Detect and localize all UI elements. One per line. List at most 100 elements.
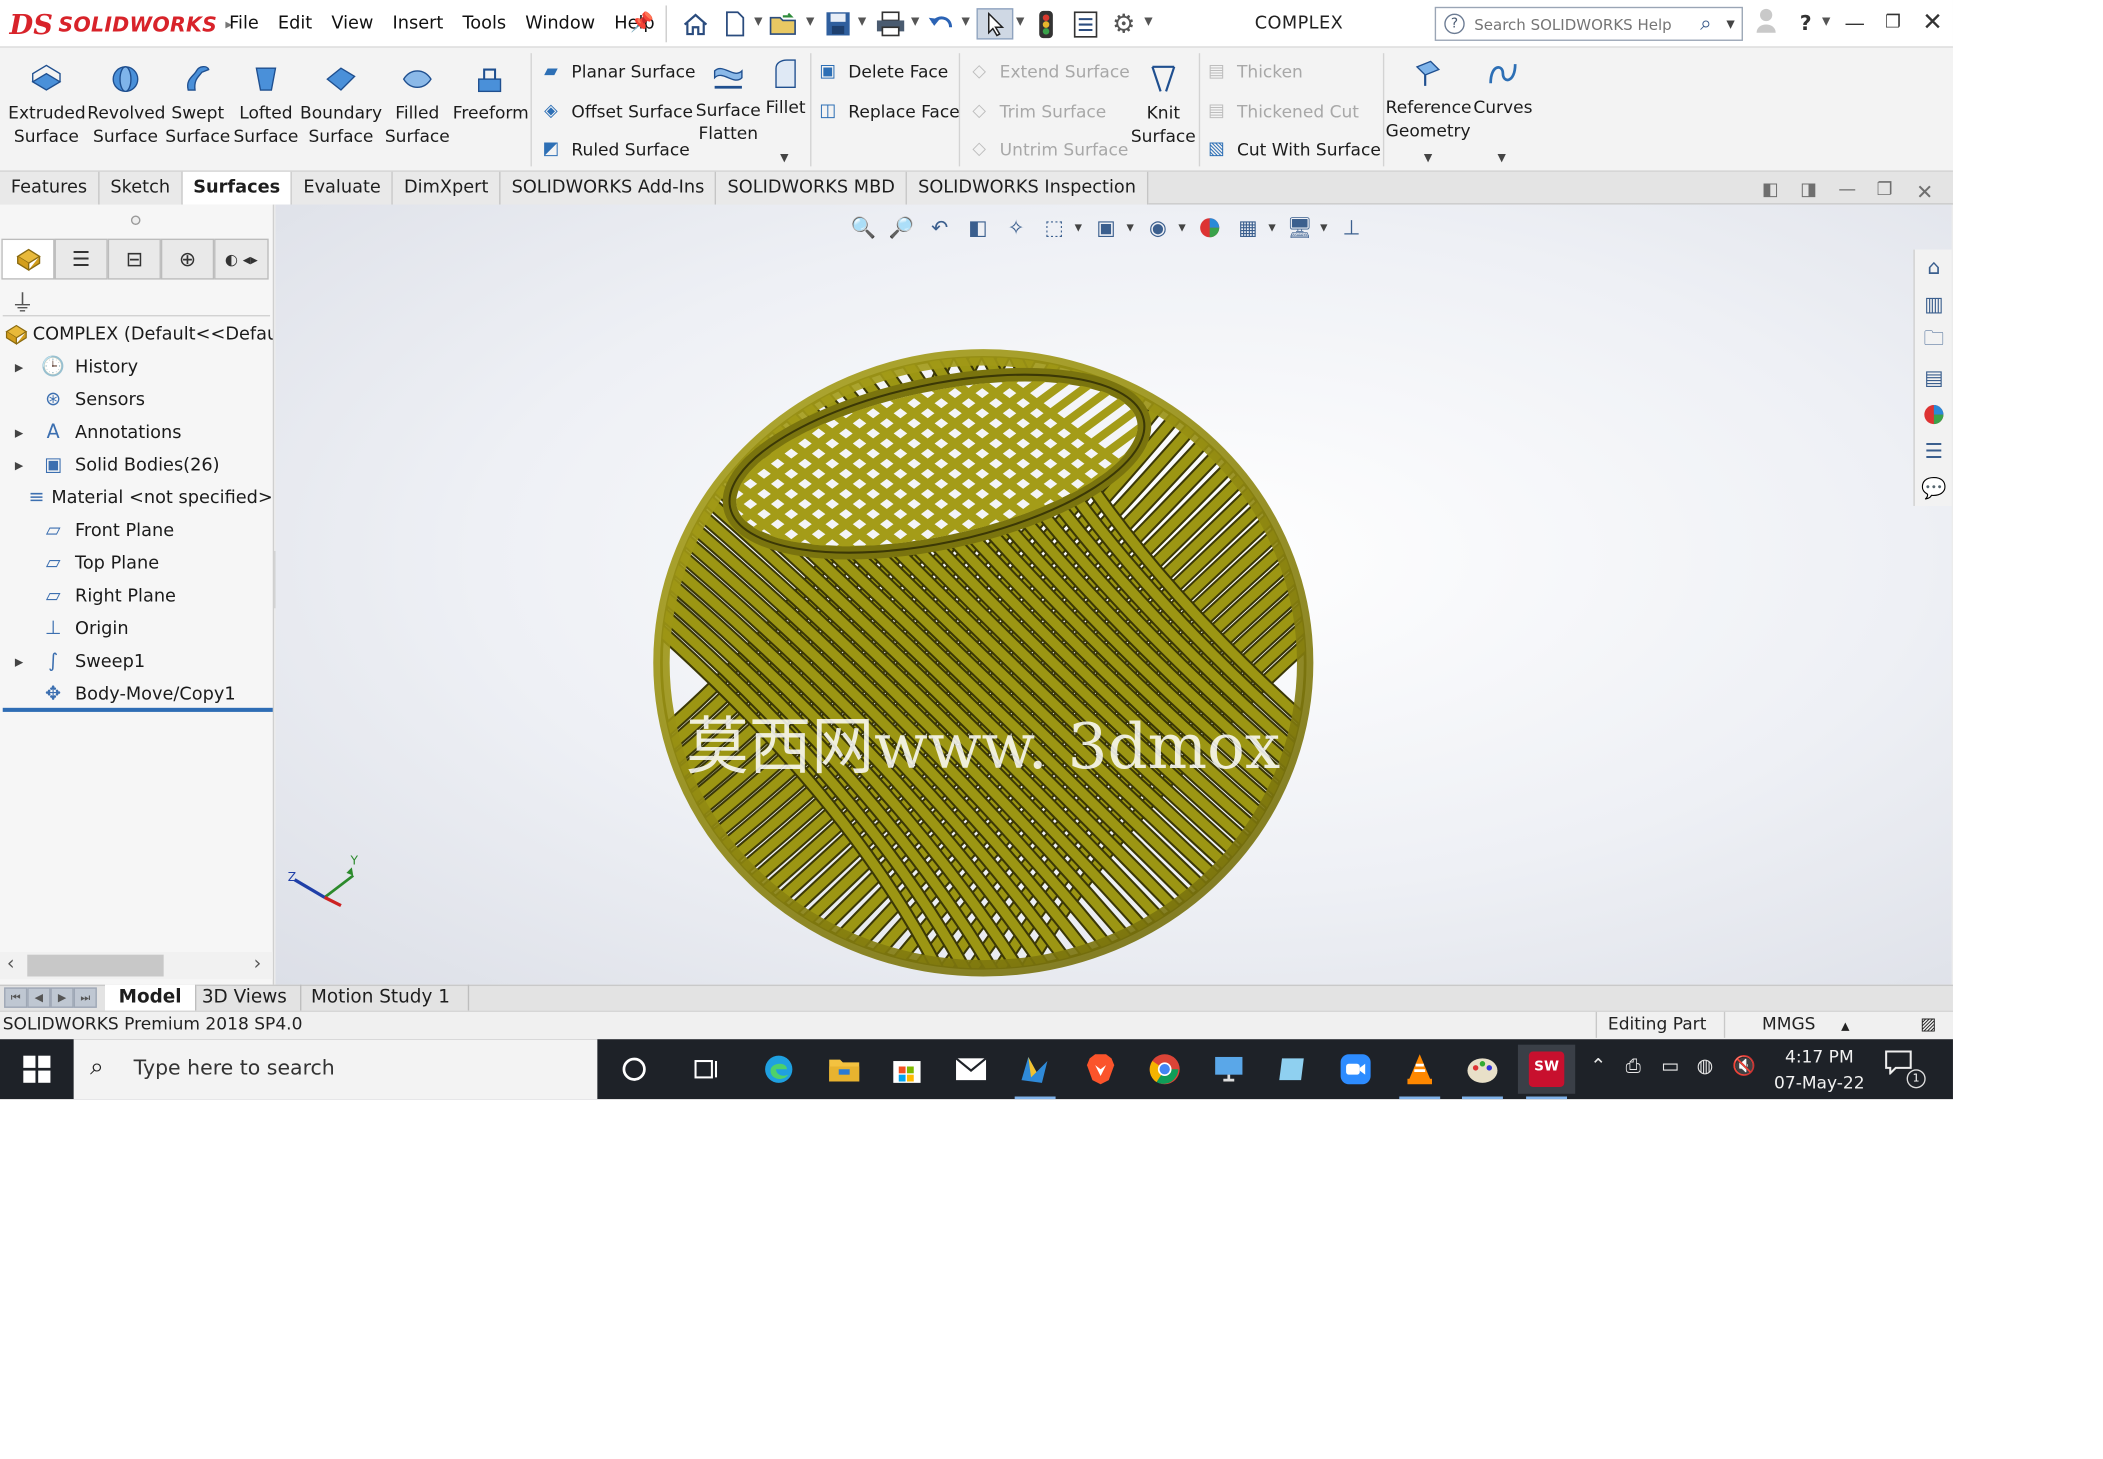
tab-surfaces[interactable]: Surfaces [182, 171, 293, 205]
unit-system[interactable]: MMGS [1762, 1013, 1815, 1033]
chevron-up-icon[interactable]: ▲ [1841, 1020, 1849, 1032]
reference-geometry-button[interactable]: Reference Geometry [1386, 56, 1471, 142]
forum-icon[interactable]: 💬 [1915, 471, 1953, 506]
tree-item[interactable]: ✥ Body-Move/Copy1 [0, 679, 273, 709]
swept-surface-button[interactable]: Swept Surface [164, 61, 232, 147]
chevron-down-icon[interactable]: ▼ [1268, 222, 1279, 233]
tree-item[interactable]: ▶ ▣ Solid Bodies(26) [0, 450, 273, 480]
feature-manager-tab[interactable] [1, 238, 55, 280]
tab-solidworks-inspection[interactable]: SOLIDWORKS Inspection [907, 171, 1149, 205]
open-icon[interactable] [766, 8, 801, 39]
undo-icon[interactable] [925, 8, 958, 39]
remote-desktop-icon[interactable] [1200, 1045, 1257, 1094]
chevron-down-icon[interactable]: ▼ [806, 15, 814, 27]
ruled-surface-button[interactable]: ◩ Ruled Surface [539, 134, 690, 164]
view-palette-icon[interactable]: ▤ [1915, 360, 1953, 395]
chevron-down-icon[interactable]: ▼ [1075, 222, 1086, 233]
minimize-icon[interactable]: — [1838, 7, 1871, 40]
graphics-area[interactable]: 莫西网www. 3dmox Y Z [275, 204, 1952, 985]
tree-item[interactable]: ⊛ Sensors [0, 385, 273, 415]
extend-surface-button[interactable]: ◇ Extend Surface [967, 56, 1129, 86]
user-icon[interactable] [1750, 7, 1783, 40]
apply-scene-icon[interactable]: ▦ [1230, 213, 1265, 243]
offset-surface-button[interactable]: ◈ Offset Surface [539, 95, 693, 125]
expand-arrow-icon[interactable]: ▶ [11, 361, 27, 373]
doc-restore-icon[interactable]: ❐ [1877, 180, 1893, 200]
paint-app-icon[interactable] [1454, 1045, 1511, 1100]
curves-button[interactable]: Curves [1473, 56, 1533, 119]
fillet-button[interactable]: Fillet [764, 56, 808, 119]
chevron-down-icon[interactable]: ▼ [1822, 15, 1830, 27]
close-icon[interactable]: ✕ [1916, 7, 1949, 40]
tree-item[interactable]: ▱ Front Plane [0, 516, 273, 546]
rebuild-icon[interactable] [1031, 8, 1061, 39]
chrome-browser-icon[interactable] [1136, 1045, 1193, 1094]
chevron-down-icon[interactable]: ▼ [1726, 18, 1734, 30]
view-settings-icon[interactable]: 🖥 [1282, 213, 1317, 243]
solidworks-resources-icon[interactable]: ⌂ [1915, 250, 1953, 285]
previous-view-icon[interactable]: ↶ [922, 213, 957, 243]
chevron-down-icon[interactable]: ▼ [1016, 15, 1024, 27]
configuration-manager-tab[interactable]: ⊟ [107, 238, 161, 280]
knit-surface-button[interactable]: Knit Surface [1129, 61, 1197, 147]
scroll-thumb[interactable] [27, 954, 164, 977]
delete-face-button[interactable]: ▣ Delete Face [816, 56, 948, 86]
microsoft-store-icon[interactable] [878, 1045, 935, 1094]
cortana-icon[interactable] [606, 1045, 663, 1094]
save-icon[interactable] [821, 8, 854, 39]
battery-icon[interactable]: ▭ [1661, 1056, 1679, 1078]
tree-item[interactable]: ⊥ Origin [0, 614, 273, 644]
meet-now-icon[interactable]: ⎙ [1626, 1056, 1641, 1078]
cut-with-surface-button[interactable]: ▧ Cut With Surface [1204, 134, 1381, 164]
replace-face-button[interactable]: ◫ Replace Face [816, 95, 959, 125]
menu-file[interactable]: File [229, 14, 259, 34]
chevron-down-icon[interactable]: ▼ [1497, 151, 1505, 163]
tree-root-part[interactable]: COMPLEX (Default<<Default [0, 319, 273, 349]
file-explorer-icon[interactable]: 🗀 [1915, 323, 1953, 358]
rotate-view-icon[interactable]: ⊥ [1334, 213, 1369, 243]
task-view-icon[interactable] [678, 1045, 735, 1094]
doc-close-icon[interactable]: ✕ [1916, 180, 1933, 205]
help-search-box[interactable]: ? ⌕ ▼ [1434, 6, 1743, 41]
freeform-button[interactable]: Freeform [453, 61, 529, 124]
tab-dimxpert[interactable]: DimXpert [393, 171, 501, 205]
view-orientation-icon[interactable]: ⬚ [1036, 213, 1071, 243]
dimxpert-manager-tab[interactable]: ⊕ [160, 238, 215, 280]
untrim-surface-button[interactable]: ◇ Untrim Surface [967, 134, 1128, 164]
solidworks-logo[interactable]: DS SOLIDWORKS ▸ [10, 4, 233, 45]
tab-solidworks-mbd[interactable]: SOLIDWORKS MBD [716, 171, 908, 205]
tree-item[interactable]: ▶ A Annotations [0, 417, 273, 447]
tab-motion-study[interactable]: Motion Study 1 [297, 984, 470, 1011]
taskbar-clock[interactable]: 4:17 PM 07-May-22 [1766, 1043, 1872, 1095]
extruded-surface-button[interactable]: Extruded Surface [8, 61, 86, 147]
search-icon[interactable]: ⌕ [1700, 11, 1711, 36]
windows-start-button[interactable] [0, 1039, 74, 1099]
edit-appearance-icon[interactable] [1192, 213, 1227, 243]
taskbar-search-box[interactable]: ⌕ Type here to search [73, 1039, 598, 1100]
chevron-down-icon[interactable]: ▼ [780, 151, 788, 163]
chevron-down-icon[interactable]: ▼ [1320, 222, 1331, 233]
tree-item[interactable]: ▱ Right Plane [0, 581, 273, 611]
chevron-down-icon[interactable]: ▼ [1424, 151, 1432, 163]
zoom-app-icon[interactable] [1327, 1045, 1384, 1094]
tab-solidworks-add-ins[interactable]: SOLIDWORKS Add-Ins [500, 171, 717, 205]
doc-minimize-icon[interactable]: — [1838, 180, 1856, 200]
custom-properties-icon[interactable]: ☰ [1915, 434, 1953, 469]
expand-arrow-icon[interactable]: ▶ [11, 655, 27, 667]
tree-item[interactable]: ≡ Material <not specified> [0, 483, 273, 513]
scroll-right-icon[interactable]: › [254, 953, 262, 975]
tab-3d-views[interactable]: 3D Views [188, 984, 302, 1011]
planar-surface-button[interactable]: ▰ Planar Surface [539, 56, 695, 86]
notes-app-icon[interactable] [1263, 1045, 1320, 1094]
surface-flatten-button[interactable]: Surface Flatten [693, 59, 764, 145]
appearances-icon[interactable] [1915, 397, 1953, 432]
filled-surface-button[interactable]: Filled Surface [382, 61, 453, 147]
volume-muted-icon[interactable]: 🔇 [1732, 1056, 1756, 1078]
menu-view[interactable]: View [331, 14, 373, 34]
chevron-down-icon[interactable]: ▼ [1127, 222, 1138, 233]
solidworks-app-icon[interactable] [1006, 1045, 1063, 1100]
edge-browser-icon[interactable] [750, 1045, 807, 1094]
design-library-icon[interactable]: ▥ [1915, 286, 1953, 321]
chevron-down-icon[interactable]: ▼ [858, 15, 866, 27]
horizontal-scrollbar[interactable]: ‹ › [0, 951, 273, 980]
